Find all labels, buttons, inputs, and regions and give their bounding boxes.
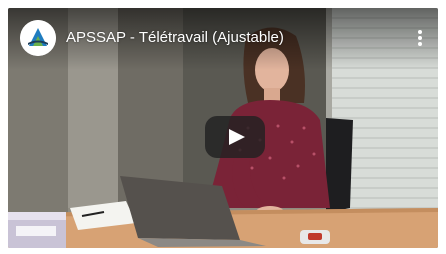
play-button[interactable] [205,116,265,158]
video-player[interactable]: APSSAP - Télétravail (Ajustable) [8,8,438,248]
play-icon [229,129,245,145]
channel-avatar[interactable] [20,20,56,56]
video-title[interactable]: APSSAP - Télétravail (Ajustable) [66,28,284,48]
more-vertical-icon [418,30,422,46]
apssap-logo-icon [20,20,56,56]
more-options-button[interactable] [410,26,430,50]
